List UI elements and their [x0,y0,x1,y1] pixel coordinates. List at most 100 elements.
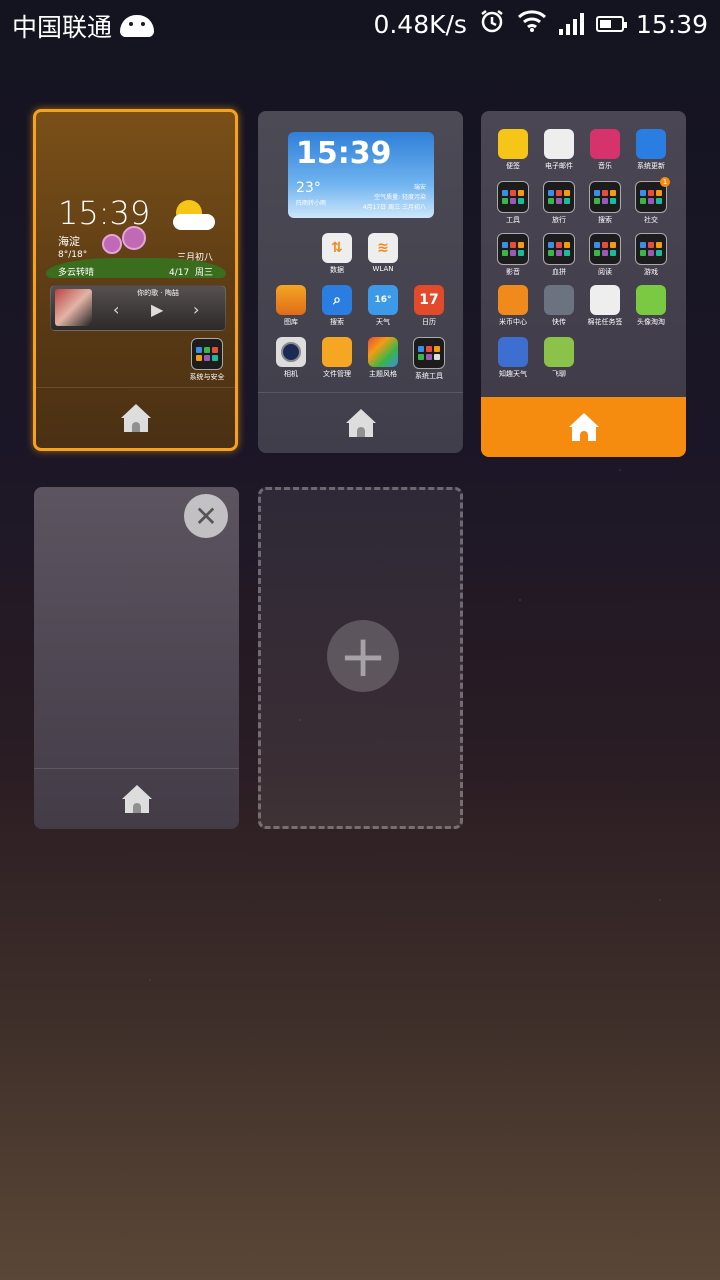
app-glyph-icon [544,337,574,367]
app-label: 飞聊 [552,370,566,378]
clock-weather: 多云转晴 [58,268,95,278]
home-icon [120,404,151,432]
clock-temp: 23° [296,180,321,196]
wifi-icon [517,9,547,39]
app-icon: 头像淘淘 [630,285,672,327]
cell-signal-icon [558,13,584,35]
folder-icon [635,233,667,265]
app-label: 头像淘淘 [637,318,665,326]
app-glyph-icon [498,337,528,367]
folder-icon [497,181,529,213]
air-quality: 空气质量: 轻度污染 [374,194,426,201]
app-label: 影音 [506,268,520,276]
app-label: 主题风格 [369,370,397,378]
app-label: 旅行 [552,216,566,224]
status-bar: 中国联通 0.48K/s 15:39 [0,0,720,52]
app-glyph-icon [636,285,666,315]
app-label: 图库 [284,318,298,326]
app-label: 相机 [284,370,298,378]
clock-date: 4月17日 周三 三月初八 [362,204,426,211]
app-icon: 游戏 [630,233,672,277]
app-icon: 棉花任务签 [584,285,626,327]
status-time: 15:39 [635,9,708,39]
clock-date: 4/17 周三 [169,268,213,278]
app-file-manager: 文件管理 [316,337,358,379]
app-glyph-icon [544,129,574,159]
screen-thumbnail-4[interactable]: ✕ [34,487,239,829]
app-label: WLAN [372,265,394,273]
app-icon: 飞聊 [538,337,580,379]
app-icon: 影音 [492,233,534,277]
dock [258,392,463,453]
clock-weather-widget: 15:39 23° 瑞安 空气质量: 轻度污染 阵雨转小雨 4月17日 周三 三… [288,132,434,218]
flower-decoration [102,234,122,254]
home-icon [121,785,152,813]
close-icon[interactable]: ✕ [184,494,228,538]
app-folder: 系统与安全 [186,338,228,382]
app-label: 搜索 [598,216,612,224]
app-label: 电子邮件 [545,162,573,170]
flower-decoration [122,226,146,250]
folder-icon [589,181,621,213]
app-label: 游戏 [644,268,658,276]
app-label: 系统更新 [637,162,665,170]
plus-icon[interactable]: + [327,620,399,692]
home-dock[interactable] [481,397,686,457]
app-label: 米币中心 [499,318,527,326]
app-label: 阅读 [598,268,612,276]
app-data: ⇅ 数据 [316,233,358,275]
app-icon: 快传 [538,285,580,327]
screen-thumbnail-2[interactable]: 15:39 23° 瑞安 空气质量: 轻度污染 阵雨转小雨 4月17日 周三 三… [258,111,463,453]
app-icon: 便签 [492,129,534,171]
notification-badge: 1 [660,177,670,187]
app-label: 天气 [376,318,390,326]
app-icon: 工具 [492,181,534,225]
album-art [55,289,92,326]
app-wlan: ≋ WLAN [362,233,404,273]
song-title: 你的歌 · 陶喆 [137,289,179,297]
app-label: 知趣天气 [499,370,527,378]
app-label: 数据 [330,266,344,274]
app-icon: 系统更新 [630,129,672,171]
app-weather: 16° 天气 [362,285,404,327]
app-themes: 主题风格 [362,337,404,379]
app-label: 便签 [506,162,520,170]
app-glyph-icon [590,129,620,159]
app-icon: 旅行 [538,181,580,225]
next-icon: › [193,300,200,319]
app-glyph-icon [590,285,620,315]
dock [34,768,239,829]
folder-icon [543,233,575,265]
android-icon [120,15,155,37]
carrier-label: 中国联通 [12,13,113,42]
app-camera: 相机 [270,337,312,379]
folder-icon [191,338,223,370]
home-icon [568,413,599,441]
dock [36,387,235,448]
app-icon: 音乐 [584,129,626,171]
app-search: ⌕ 搜索 [316,285,358,327]
app-label: 系统与安全 [189,373,225,381]
app-icon: 知趣天气 [492,337,534,379]
add-screen-slot[interactable]: + [258,487,463,829]
clock-time: 15:39 [296,136,392,171]
music-widget: 你的歌 · 陶喆 ‹ ▶ › [50,285,226,331]
screen-thumbnail-3[interactable]: 便签 电子邮件 音乐 系统更新 工具 旅行 搜索 1 社交 影音 血拼 阅读 游戏 米币中心 快传 棉花任务签… [481,111,686,457]
app-glyph-icon [498,129,528,159]
play-icon: ▶ [151,300,164,319]
app-label: 系统工具 [415,372,443,380]
app-icon: 1 社交 [630,177,672,225]
clock-location: 瑞安 [413,184,426,191]
app-glyph-icon [636,129,666,159]
cloud-icon [173,214,215,230]
app-label: 社交 [644,216,658,224]
screen-thumbnail-1[interactable]: 15:39 海淀 8°/18° 三月初八 多云转晴 4/17 周三 你的歌 · … [33,109,238,451]
app-icon: 电子邮件 [538,129,580,171]
app-folder-tools: 系统工具 [408,337,450,381]
battery-icon [595,16,627,32]
app-icon: 搜索 [584,181,626,225]
clock-city: 海淀 [58,235,80,248]
folder-icon [543,181,575,213]
folder-icon [589,233,621,265]
app-label: 工具 [506,216,520,224]
